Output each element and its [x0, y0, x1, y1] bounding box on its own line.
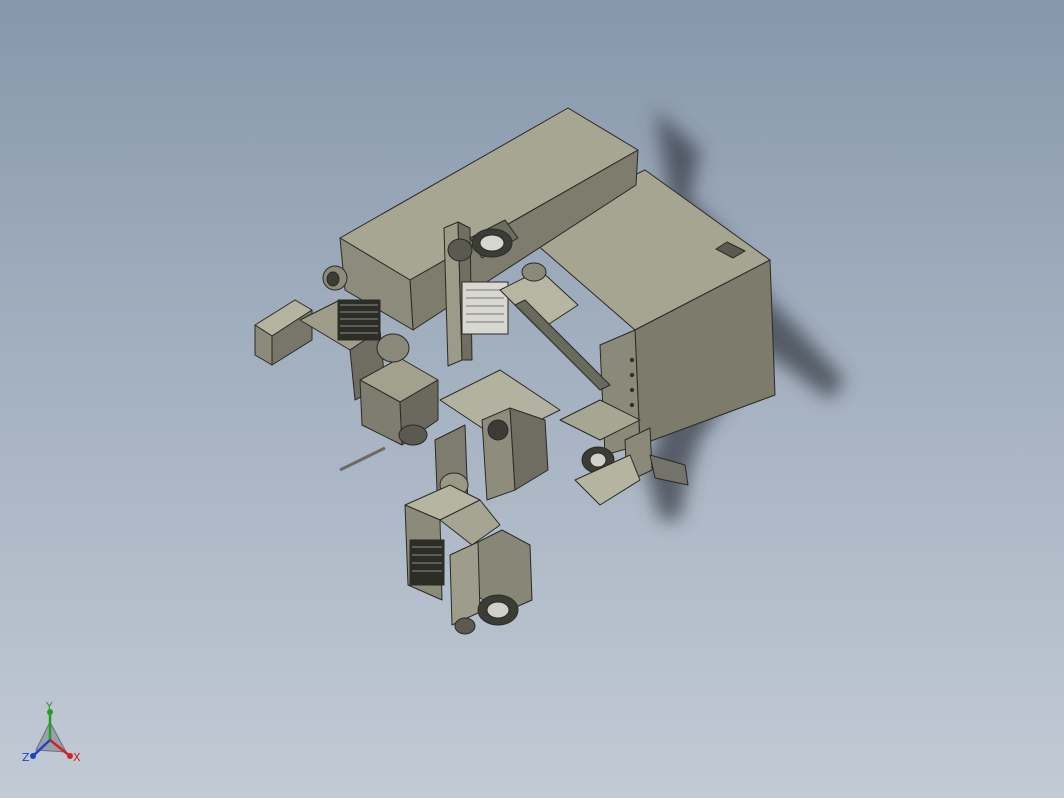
machine-assembly[interactable]	[254, 107, 776, 635]
y-axis-label: Y	[45, 700, 53, 713]
cad-3d-viewport[interactable]: Y X Z	[0, 0, 1064, 798]
z-axis-label: Z	[22, 751, 30, 764]
lower-feeder	[404, 484, 533, 635]
x-axis-label: X	[73, 751, 81, 764]
view-orientation-triad: Y X Z	[22, 700, 81, 764]
z-axis-tip	[30, 753, 36, 759]
